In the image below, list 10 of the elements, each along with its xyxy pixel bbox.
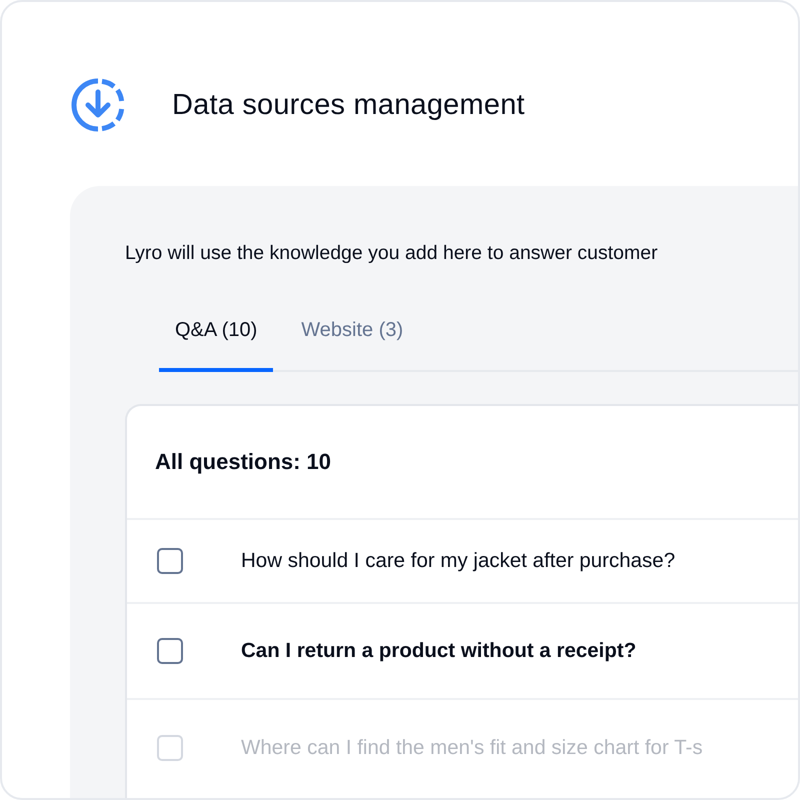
checkbox[interactable] — [157, 638, 183, 664]
tab[interactable]: Website (3) — [285, 305, 420, 372]
tab[interactable]: Q&A (10) — [159, 305, 274, 372]
download-icon — [70, 77, 126, 133]
question-text[interactable]: Can I return a product without a receipt? — [241, 639, 636, 663]
page-title: Data sources management — [172, 88, 525, 122]
question-text[interactable]: How should I care for my jacket after purchase? — [241, 549, 676, 573]
checkbox[interactable] — [157, 548, 183, 574]
description-text: Lyro will use the knowledge you add here to answer customer — [125, 242, 659, 265]
questions-heading: All questions: 10 — [127, 406, 798, 520]
